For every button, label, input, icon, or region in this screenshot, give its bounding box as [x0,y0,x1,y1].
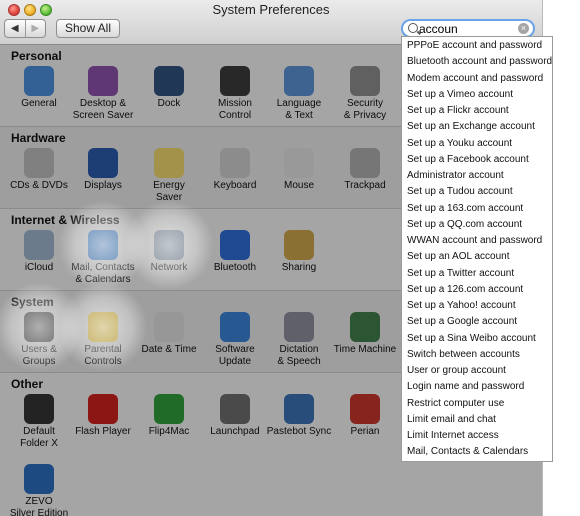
back-arrow-icon[interactable]: ◀ [5,20,25,37]
cd-icon [24,148,54,178]
pane-label: Time Machine [333,344,397,355]
default-folder-icon [24,394,54,424]
show-all-button[interactable]: Show All [56,19,120,38]
pane-label: Perian [350,426,380,437]
search-result-item[interactable]: Set up a Google account [402,314,552,330]
search-result-item[interactable]: Set up a Yahoo! account [402,298,552,314]
pane-label: ZEVO Silver Edition [9,496,69,516]
window-title: System Preferences [212,2,330,17]
search-result-item[interactable]: Set up an Exchange account [402,119,552,135]
search-result-item[interactable]: Set up a Tudou account [402,184,552,200]
mail-icon [88,230,118,260]
search-result-item[interactable]: Limit email and chat [402,412,552,428]
dictation-icon [284,312,314,342]
search-result-item[interactable]: Set up a Facebook account [402,152,552,168]
pane-label: Sharing [281,262,317,273]
pastebot-icon [284,394,314,424]
section-title: System [11,295,54,309]
search-result-item[interactable]: Modem account and password [402,71,552,87]
pane-trackpad[interactable]: Trackpad [326,148,404,192]
general-icon [24,66,54,96]
icloud-icon [24,230,54,260]
mission-control-icon [220,66,250,96]
forward-arrow-icon[interactable]: ▶ [24,20,46,37]
search-result-item[interactable]: User or group account [402,363,552,379]
search-result-item[interactable]: Mail, Contacts & Calendars [402,444,552,460]
launchpad-icon [220,394,250,424]
users-icon [24,312,54,342]
network-icon [154,230,184,260]
search-result-item[interactable]: Set up a 163.com account [402,201,552,217]
dock-icon [154,66,184,96]
section-title: Hardware [11,131,66,145]
search-result-item[interactable]: Set up an AOL account [402,249,552,265]
pane-security[interactable]: Security & Privacy [326,66,404,122]
section-title: Other [11,377,44,391]
software-update-icon [220,312,250,342]
search-result-item[interactable]: Set up a QQ.com account [402,217,552,233]
keyboard-icon [220,148,250,178]
parental-controls-icon [88,312,118,342]
search-input[interactable] [419,21,515,36]
search-result-item[interactable]: Administrator account [402,168,552,184]
search-result-item[interactable]: Set up a Youku account [402,136,552,152]
mouse-icon [284,148,314,178]
energy-saver-icon [154,148,184,178]
language-icon [284,66,314,96]
search-icon [408,23,418,33]
search-result-item[interactable]: Restrict computer use [402,396,552,412]
pane-sharing[interactable]: Sharing [260,230,338,274]
search-results-list: PPPoE account and password Bluetooth acco… [402,38,552,461]
flip4mac-icon [154,394,184,424]
flash-player-icon [88,394,118,424]
pane-perian[interactable]: Perian [326,394,404,438]
displays-icon [88,148,118,178]
search-result-item[interactable]: Bluetooth account and password [402,54,552,70]
search-result-item[interactable]: Limit Internet access [402,428,552,444]
zevo-icon [24,464,54,494]
section-title: Internet & Wireless [11,213,120,227]
bluetooth-icon [220,230,250,260]
pane-time-machine[interactable]: Time Machine [326,312,404,356]
search-result-item[interactable]: Switch between accounts [402,347,552,363]
trackpad-icon [350,148,380,178]
back-forward-control: ◀ ▶ [4,19,46,38]
search-result-item[interactable]: Set up a 126.com account [402,282,552,298]
perian-icon [350,394,380,424]
desktop-icon [88,66,118,96]
search-results-menu: PPPoE account and password Bluetooth acco… [401,36,553,462]
search-result-item[interactable]: PPPoE account and password [402,38,552,54]
search-result-item[interactable]: Set up a Twitter account [402,266,552,282]
clear-search-icon[interactable]: × [518,23,529,34]
sharing-icon [284,230,314,260]
search-result-item[interactable]: Login name and password [402,379,552,395]
search-result-item[interactable]: WWAN account and password [402,233,552,249]
pane-zevo[interactable]: ZEVO Silver Edition [0,464,78,516]
search-result-item[interactable]: Set up a Sina Weibo account [402,331,552,347]
pane-label: Trackpad [344,180,386,191]
date-time-icon [154,312,184,342]
section-title: Personal [11,49,62,63]
search-result-item[interactable]: Set up a Flickr account [402,103,552,119]
search-result-item[interactable]: Set up a Vimeo account [402,87,552,103]
time-machine-icon [350,312,380,342]
security-icon [350,66,380,96]
pane-label: Security & Privacy [343,98,387,121]
